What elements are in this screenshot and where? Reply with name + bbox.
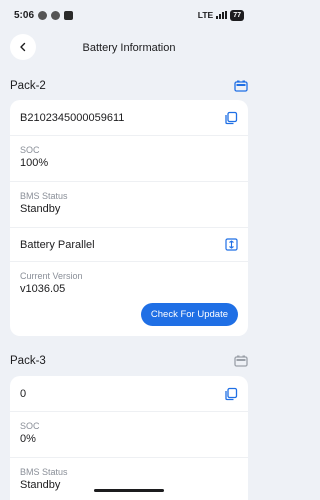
back-arrow-icon xyxy=(20,42,26,52)
serial-row: B2102345000059611 xyxy=(10,100,248,136)
status-left: 5:06 xyxy=(14,9,74,21)
current-version-label: Current Version xyxy=(20,271,83,281)
back-button[interactable] xyxy=(10,34,36,60)
pack-3-card: 0 SOC 0% BMS Status Standby xyxy=(10,376,248,500)
network-type: LTE xyxy=(197,10,214,20)
soc-value: 0% xyxy=(20,433,36,445)
battery-level: 77 xyxy=(233,11,241,19)
status-bar: 5:06 LTE 77 xyxy=(0,0,258,30)
battery-parallel-row[interactable]: Battery Parallel xyxy=(10,228,248,262)
soc-row: SOC 100% xyxy=(10,136,248,182)
linkedin-icon xyxy=(64,10,74,20)
pack-2-card: B2102345000059611 SOC 100% BMS Status St… xyxy=(10,100,248,336)
home-indicator xyxy=(94,489,164,492)
page-title: Battery Information xyxy=(82,42,176,54)
current-version-value: v1036.05 xyxy=(20,283,66,295)
pack-2-title: Pack-2 xyxy=(10,80,46,92)
battery-icon: 77 xyxy=(230,9,244,21)
battery-parallel-icon[interactable] xyxy=(225,238,238,251)
check-for-update-button[interactable]: Check For Update xyxy=(140,303,238,326)
copy-icon[interactable] xyxy=(224,111,238,125)
bms-status-row: BMS Status Standby xyxy=(10,458,248,500)
notification-icon xyxy=(38,10,48,20)
serial-number: 0 xyxy=(20,387,27,400)
soc-label: SOC xyxy=(20,145,40,155)
serial-number: B2102345000059611 xyxy=(20,111,125,124)
signal-icon xyxy=(216,11,228,19)
copy-icon[interactable] xyxy=(224,387,238,401)
serial-row: 0 xyxy=(10,376,248,412)
bms-status-row: BMS Status Standby xyxy=(10,182,248,228)
soc-label: SOC xyxy=(20,421,40,431)
pack-3-title: Pack-3 xyxy=(10,355,46,367)
pack-3-header: Pack-3 xyxy=(10,350,248,372)
status-time: 5:06 xyxy=(14,9,35,21)
soc-value: 100% xyxy=(20,157,49,169)
battery-parallel-label: Battery Parallel xyxy=(20,238,95,251)
pack-2-header: Pack-2 xyxy=(10,75,248,97)
soc-row: SOC 0% xyxy=(10,412,248,458)
app-notification-icon xyxy=(51,10,61,20)
battery-pack-icon[interactable] xyxy=(234,80,248,92)
header: Battery Information xyxy=(0,30,258,66)
version-row: Current Version v1036.05 Check For Updat… xyxy=(10,262,248,336)
bms-status-label: BMS Status xyxy=(20,191,68,201)
bms-status-value: Standby xyxy=(20,203,61,215)
battery-pack-icon[interactable] xyxy=(234,355,248,367)
bms-status-label: BMS Status xyxy=(20,467,68,477)
status-right: LTE 77 xyxy=(197,9,244,21)
